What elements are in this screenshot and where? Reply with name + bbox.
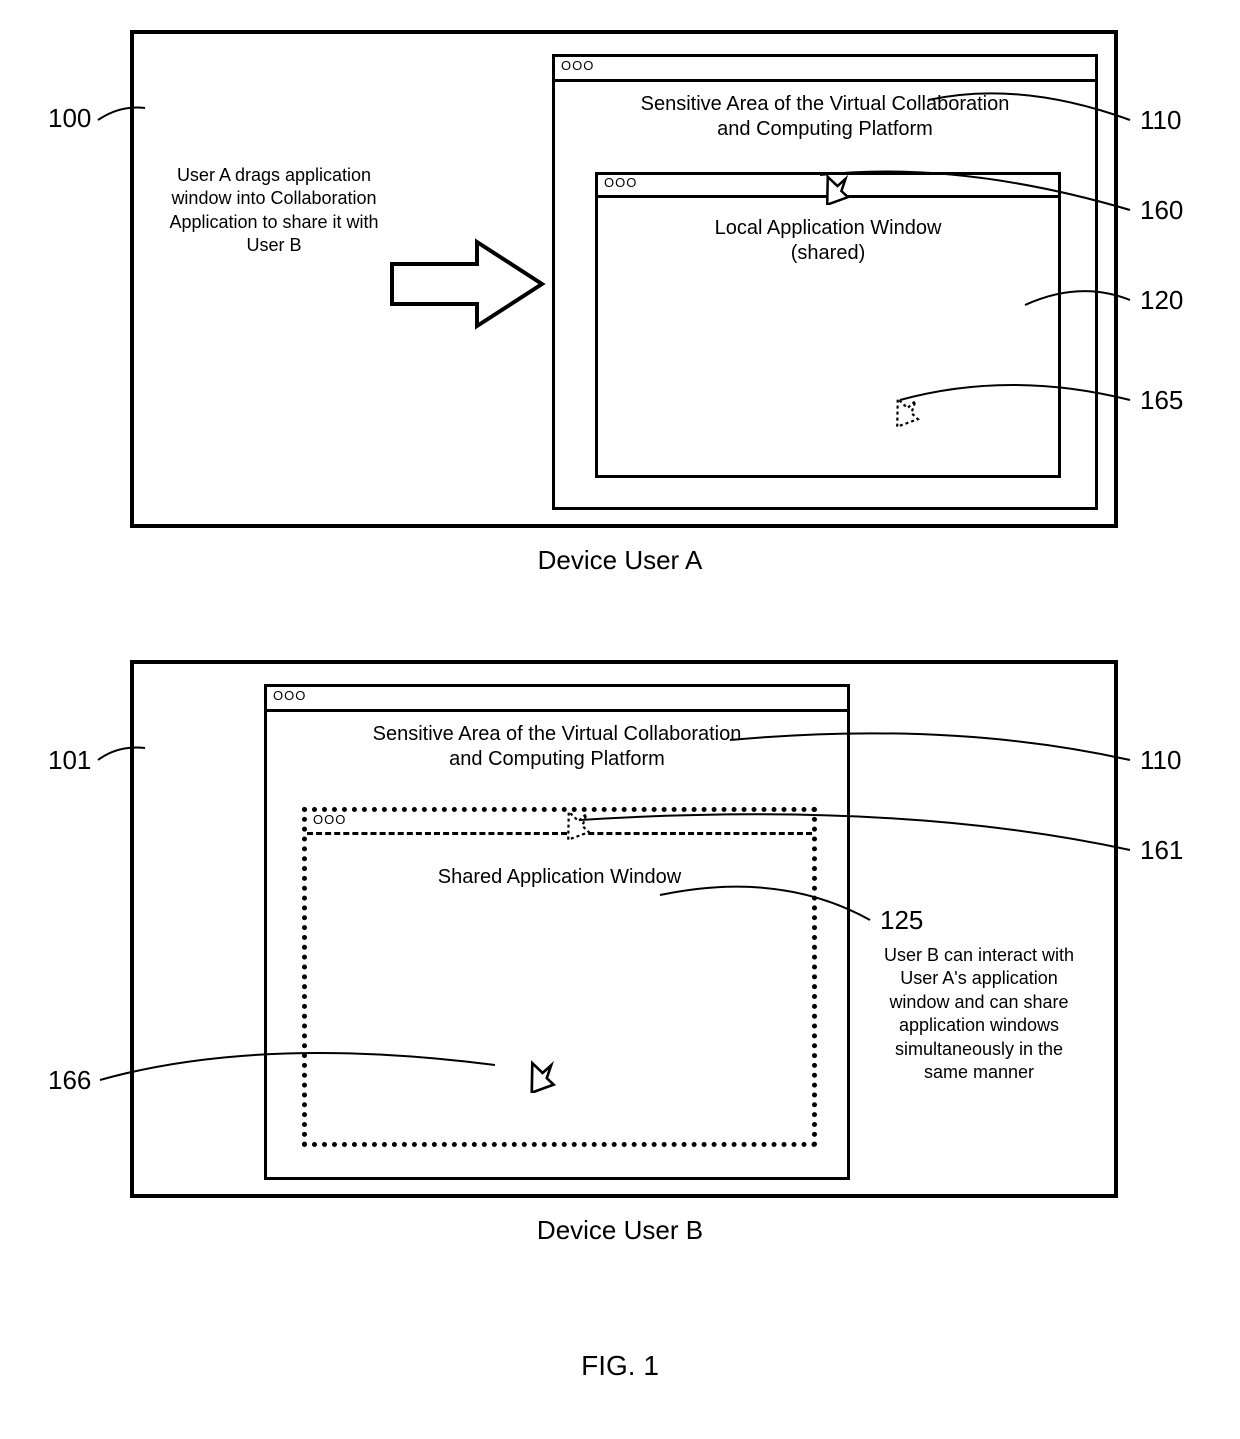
ref-161: 161 [1140,835,1183,866]
leadlines-b [0,0,1240,1260]
ref-110-b: 110 [1140,745,1181,776]
ref-101: 101 [48,745,91,776]
ref-166: 166 [48,1065,91,1096]
figure-label: FIG. 1 [0,1350,1240,1382]
figure-page: User A drags application window into Col… [0,0,1240,1439]
ref-125: 125 [880,905,923,936]
device-b-caption: Device User B [0,1215,1240,1246]
